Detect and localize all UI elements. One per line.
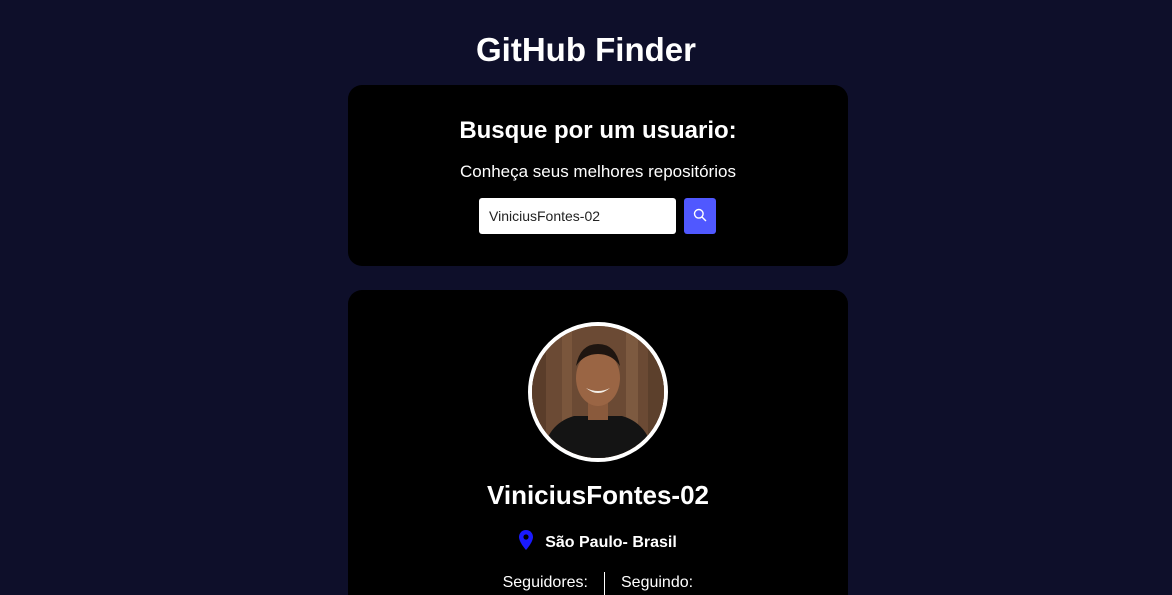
avatar bbox=[528, 322, 668, 462]
followers-label: Seguidores: bbox=[502, 574, 588, 591]
search-card: Busque por um usuario: Conheça seus melh… bbox=[348, 85, 848, 266]
user-name: ViniciusFontes-02 bbox=[486, 480, 710, 510]
search-subtitle: Conheça seus melhores repositórios bbox=[460, 162, 736, 181]
app-title: GitHub Finder bbox=[476, 31, 696, 68]
search-input[interactable] bbox=[479, 198, 676, 234]
location-pin-icon bbox=[519, 530, 534, 555]
search-icon bbox=[693, 208, 707, 225]
stats-row: Seguidores: Seguindo: bbox=[348, 572, 848, 595]
location-row: São Paulo- Brasil bbox=[348, 530, 848, 555]
profile-card: ViniciusFontes-02 São Paulo- Brasil Segu… bbox=[348, 290, 848, 595]
following-label: Seguindo: bbox=[621, 574, 694, 591]
search-button[interactable] bbox=[684, 198, 716, 234]
search-heading: Busque por um usuario: bbox=[459, 117, 737, 144]
stats-divider bbox=[604, 572, 605, 595]
location-text: São Paulo- Brasil bbox=[545, 533, 677, 551]
